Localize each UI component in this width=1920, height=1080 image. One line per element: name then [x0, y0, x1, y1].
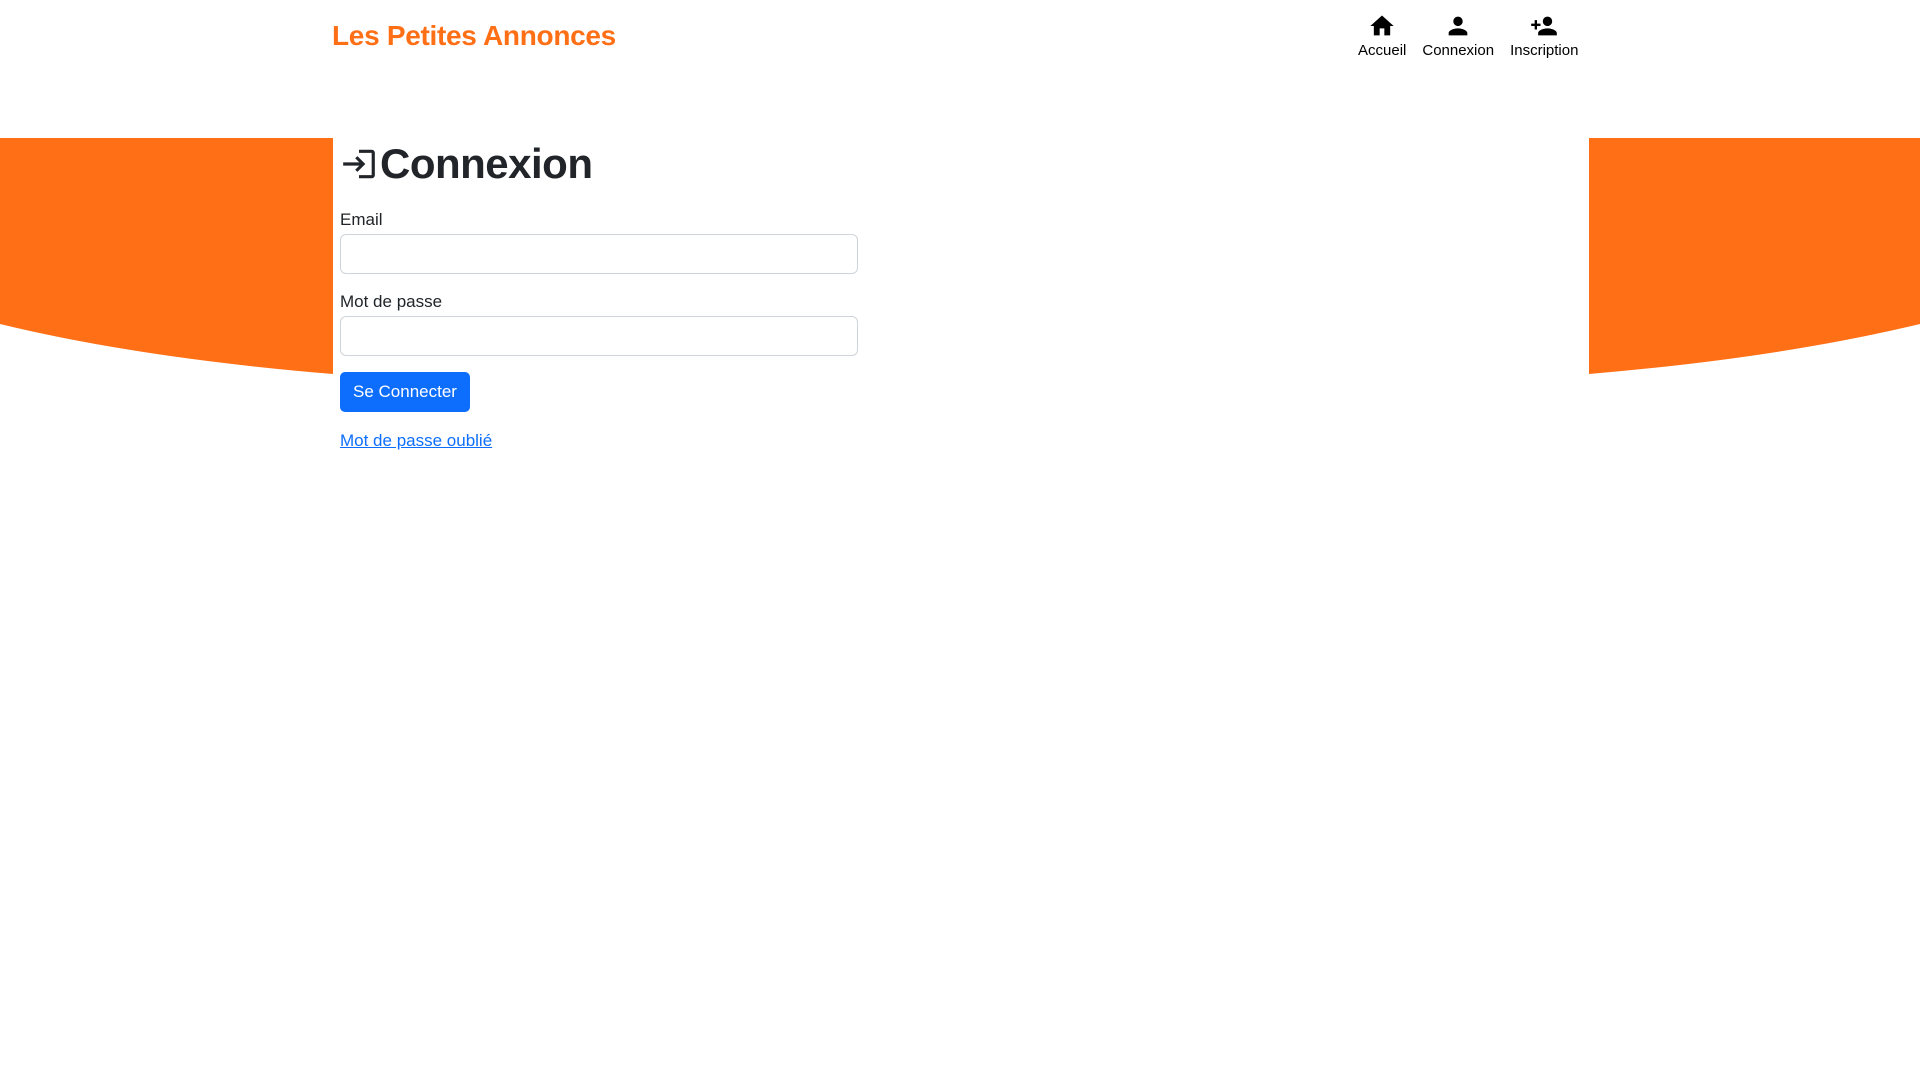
decorative-shape-left	[0, 138, 333, 374]
password-label: Mot de passe	[340, 292, 443, 311]
home-icon	[1370, 15, 1394, 36]
email-field[interactable]	[340, 234, 858, 274]
nav-item-home[interactable]: Accueil	[1350, 12, 1414, 59]
person-icon	[1448, 16, 1468, 36]
nav-item-label: Connexion	[1422, 42, 1495, 59]
login-icon	[343, 149, 375, 179]
password-field[interactable]	[340, 316, 858, 356]
nav-item-login[interactable]: Connexion	[1414, 12, 1502, 59]
nav-item-label: Inscription	[1510, 42, 1579, 59]
nav-item-register[interactable]: Inscription	[1502, 12, 1586, 59]
main-nav: Accueil Connexion Inscription	[1350, 12, 1586, 59]
email-label: Email	[340, 210, 383, 229]
forgot-password-link[interactable]: Mot de passe oublié	[340, 431, 860, 451]
login-page: Les Petites Annonces Accueil Connexion I…	[0, 0, 1920, 1080]
login-form: Connexion Email Mot de passe Se Connecte…	[340, 138, 860, 451]
site-logo[interactable]: Les Petites Annonces	[332, 20, 616, 52]
page-title: Connexion	[340, 138, 860, 190]
nav-item-label: Accueil	[1358, 42, 1407, 59]
login-button[interactable]: Se Connecter	[340, 372, 470, 412]
decorative-shape-right	[1589, 138, 1920, 374]
page-title-text: Connexion	[380, 140, 593, 187]
person-add-icon	[1531, 16, 1558, 36]
